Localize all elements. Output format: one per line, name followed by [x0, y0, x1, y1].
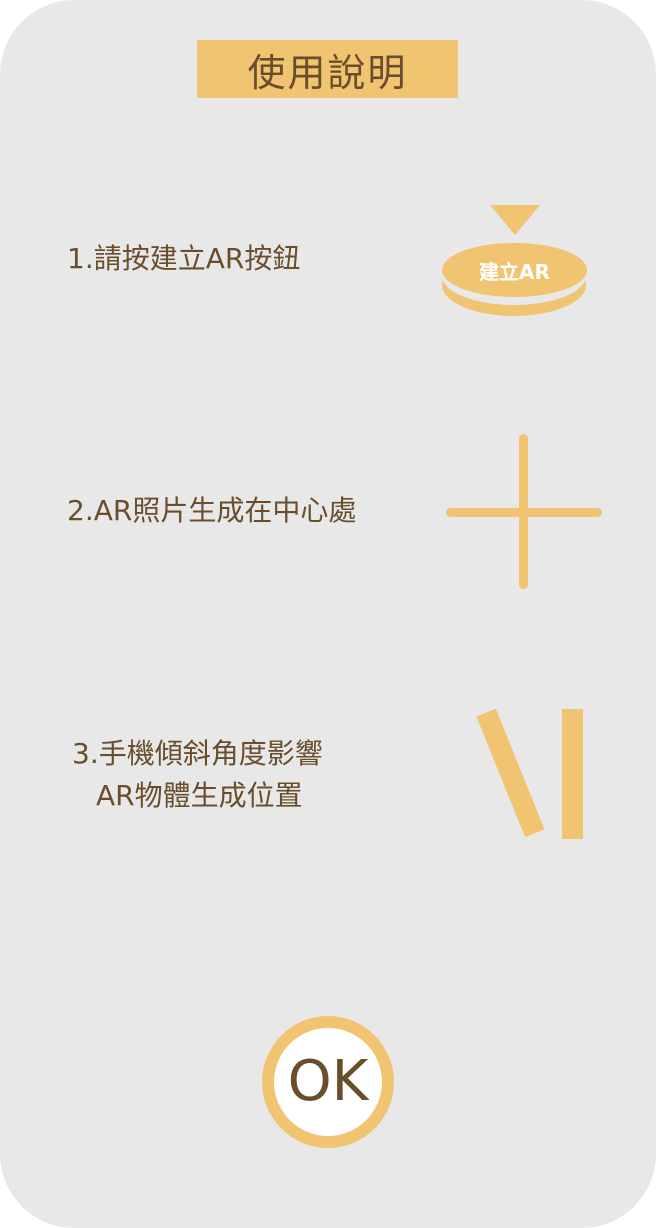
ok-button[interactable]: OK: [262, 1016, 394, 1148]
create-ar-button-label: 建立AR: [479, 259, 550, 284]
title-bar: 使用說明: [197, 40, 458, 98]
tilted-bar-icon: [476, 708, 545, 838]
ok-button-label[interactable]: OK: [288, 1054, 369, 1110]
step-2-text: 2.AR照片生成在中心處: [67, 494, 357, 527]
instructions-dialog: 使用說明 1.請按建立AR按鈕 建立AR 2.AR照片生成在中心處 3.手機傾斜…: [0, 0, 656, 1228]
crosshair-icon-horizontal: [446, 508, 602, 517]
step-3-line-2: AR物體生成位置: [96, 779, 303, 812]
step-1-text: 1.請按建立AR按鈕: [67, 242, 301, 275]
pointer-arrow-icon: [490, 205, 540, 235]
step-3-text: 3.手機傾斜角度影響 AR物體生成位置: [72, 733, 323, 817]
create-ar-button-illustration: 建立AR: [442, 243, 587, 297]
dialog-title: 使用說明: [247, 50, 408, 95]
ok-button-inner[interactable]: OK: [274, 1028, 382, 1136]
step-3-line-1: 3.手機傾斜角度影響: [72, 737, 323, 770]
upright-bar-icon: [562, 709, 583, 839]
